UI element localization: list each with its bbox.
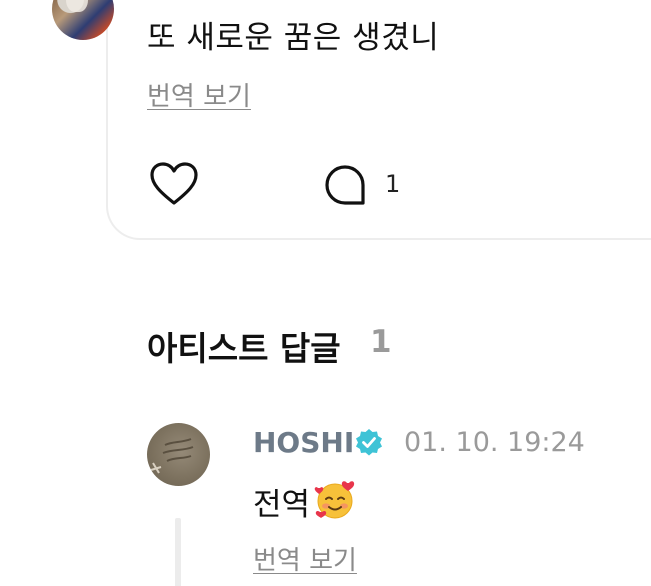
speech-bubble-icon [325, 165, 365, 205]
artist-replies-count: 1 [370, 324, 392, 360]
like-button[interactable] [150, 162, 198, 206]
post-text: 또 새로운 꿈은 생겼니 [147, 20, 440, 56]
comment-button[interactable] [323, 163, 369, 207]
avatar-image-detail [66, 0, 88, 12]
reply-text: 전역 [253, 487, 311, 523]
reply-translate-link[interactable]: 번역 보기 [253, 540, 357, 577]
artist-replies-title: 아티스트 답글 [147, 329, 341, 368]
screen: 또 새로운 꿈은 생겼니 번역 보기 1 아티스트 답글 1 HOSHI 01.… [0, 0, 651, 586]
avatar-image-detail [150, 438, 194, 474]
post-translate-link[interactable]: 번역 보기 [147, 76, 251, 113]
heart-outline-icon [150, 162, 198, 205]
reply-author-avatar[interactable] [147, 423, 210, 486]
reply-thread-line [175, 518, 181, 586]
reply-timestamp: 01. 10. 19:24 [404, 427, 585, 458]
post-author-avatar[interactable] [52, 0, 114, 40]
reply-author-name[interactable]: HOSHI [253, 426, 354, 459]
comment-count: 1 [385, 170, 401, 198]
verified-badge-icon [356, 429, 382, 456]
smiling-face-with-hearts-icon [314, 481, 355, 519]
